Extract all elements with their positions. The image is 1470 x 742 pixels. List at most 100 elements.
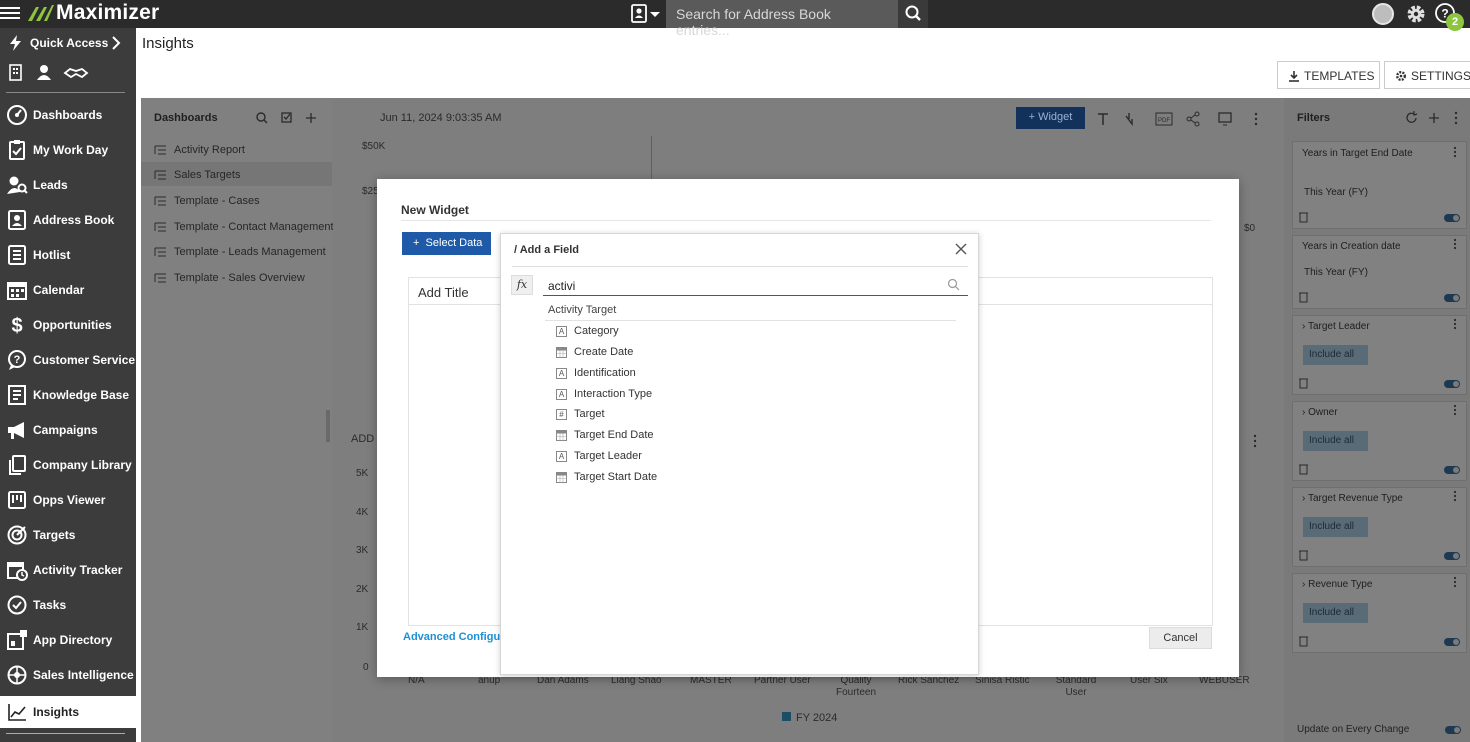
person-icon[interactable] (37, 65, 51, 80)
more-vertical-icon[interactable] (1453, 318, 1457, 330)
select-icon[interactable] (281, 112, 292, 123)
monitor-icon[interactable] (1218, 112, 1232, 126)
hamburger-menu-icon[interactable] (0, 4, 20, 24)
trash-icon[interactable] (1299, 292, 1308, 303)
toggle-switch[interactable] (1444, 552, 1460, 560)
search-icon[interactable] (256, 112, 268, 124)
address-book-switch-button[interactable] (630, 3, 664, 25)
field-group-divider (545, 320, 956, 321)
select-data-button[interactable]: + Select Data (402, 232, 491, 255)
sidebar-item-opps-viewer[interactable]: Opps Viewer (0, 484, 136, 516)
toggle-switch[interactable] (1444, 294, 1460, 302)
filter-card-controls (1299, 146, 1460, 647)
trash-icon[interactable] (1299, 212, 1308, 223)
dashboard-icon (7, 105, 27, 125)
more-vertical-icon[interactable] (1453, 404, 1457, 416)
trash-icon[interactable] (1299, 550, 1308, 561)
add-widget-button[interactable]: + Widget (1016, 107, 1085, 129)
sidebar-item-tasks[interactable]: Tasks (0, 589, 136, 621)
sidebar-item-insights[interactable]: Insights (0, 696, 136, 728)
gear-icon[interactable] (1404, 2, 1428, 26)
y-tick: 1K (356, 622, 369, 633)
chevron-right-icon (112, 36, 121, 50)
more-vertical-icon[interactable] (1453, 238, 1457, 250)
add-icon[interactable] (1429, 113, 1439, 123)
date-field-icon (556, 472, 567, 483)
dashboard-item-activity-report[interactable]: Activity Report (154, 144, 245, 156)
sidebar-item-address-book[interactable]: Address Book (0, 204, 136, 236)
widget-section-label: ADD (351, 433, 375, 445)
share-icon[interactable] (1186, 111, 1200, 127)
trash-icon[interactable] (1299, 636, 1308, 647)
field-group-label: Activity Target (548, 304, 617, 316)
sidebar-item-customer-service[interactable]: ? Customer Service (0, 344, 136, 376)
settings-button[interactable]: SETTINGS (1384, 61, 1470, 89)
sidebar-item-opportunities[interactable]: $ Opportunities (0, 309, 136, 341)
notification-badge[interactable]: 2 (1446, 13, 1464, 31)
close-icon[interactable] (954, 242, 968, 256)
axis-label: $50K (362, 141, 386, 152)
templates-button[interactable]: TEMPLATES (1277, 61, 1380, 89)
handshake-icon[interactable] (63, 67, 89, 79)
list-icon (154, 145, 166, 155)
quick-access-label: Quick Access (30, 36, 109, 50)
add-icon[interactable] (306, 113, 316, 123)
more-vertical-icon[interactable] (1251, 434, 1259, 448)
toggle-switch[interactable] (1444, 638, 1460, 646)
filter-icon[interactable] (1125, 113, 1133, 127)
sidebar-item-knowledge-base[interactable]: Knowledge Base (0, 379, 136, 411)
global-search-input[interactable]: Search for Address Book entries... (666, 0, 898, 38)
formula-button[interactable]: fx (511, 275, 533, 295)
user-avatar[interactable] (1372, 3, 1394, 25)
dollar-icon: $ (11, 315, 22, 336)
dashboard-item-sales-targets[interactable]: Sales Targets (154, 169, 240, 181)
sidebar-item-app-directory[interactable]: App Directory (0, 624, 136, 656)
field-search-input[interactable] (543, 276, 968, 296)
sidebar-item-activity-tracker[interactable]: Activity Tracker (0, 554, 136, 586)
more-vertical-icon[interactable] (1453, 490, 1457, 502)
sidebar-item-calendar[interactable]: Calendar (0, 274, 136, 306)
advanced-configuration-link[interactable]: Advanced Configuration (403, 631, 500, 643)
panel-resize-handle[interactable] (326, 410, 330, 442)
toggle-switch[interactable] (1444, 214, 1460, 222)
sidebar-item-hotlist[interactable]: Hotlist (0, 239, 136, 271)
dashboard-item-template-sales-overview[interactable]: Template - Sales Overview (154, 272, 305, 284)
search-button[interactable] (898, 0, 928, 28)
update-on-change-toggle[interactable] (1444, 725, 1462, 735)
modal-title-divider (401, 220, 1211, 221)
sidebar-item-campaigns[interactable]: Campaigns (0, 414, 136, 446)
svg-text:?: ? (14, 354, 21, 366)
building-icon[interactable] (9, 64, 22, 81)
more-vertical-icon[interactable] (1454, 111, 1458, 125)
toggle-switch[interactable] (1444, 466, 1460, 474)
top-bar: Maximizer Search for Address Book entrie… (0, 0, 1470, 38)
quick-access-shortcuts (8, 64, 90, 85)
text-field-icon: A (556, 389, 567, 400)
quick-access-button[interactable]: Quick Access (0, 28, 136, 58)
refresh-icon[interactable] (1406, 111, 1418, 123)
sidebar-item-sales-intelligence[interactable]: Sales Intelligence (0, 659, 136, 691)
more-vertical-icon[interactable] (1453, 146, 1457, 158)
sidebar-item-targets[interactable]: Targets (0, 519, 136, 551)
calendar-icon (7, 282, 27, 300)
sidebar-item-company-library[interactable]: Company Library (0, 449, 136, 481)
toggle-switch[interactable] (1444, 380, 1460, 388)
dashboard-item-template-cases[interactable]: Template - Cases (154, 195, 260, 207)
sidebar-item-my-work-day[interactable]: My Work Day (0, 134, 136, 166)
widget-title-input[interactable]: Add Title (418, 285, 469, 300)
address-book-icon (8, 210, 26, 230)
maximizer-logo-icon (28, 5, 54, 21)
trash-icon[interactable] (1299, 378, 1308, 389)
text-icon[interactable] (1098, 113, 1108, 125)
lightning-icon (10, 35, 21, 51)
dashboard-item-template-contact-management[interactable]: Template - Contact Management (154, 221, 334, 233)
trash-icon[interactable] (1299, 464, 1308, 475)
more-vertical-icon[interactable] (1453, 576, 1457, 588)
more-vertical-icon[interactable] (1254, 112, 1258, 126)
search-icon (905, 5, 921, 21)
sidebar-item-leads[interactable]: Leads (0, 169, 136, 201)
cancel-button[interactable]: Cancel (1149, 627, 1212, 649)
sidebar-item-dashboards[interactable]: Dashboards (0, 99, 136, 131)
dashboard-item-template-leads-management[interactable]: Template - Leads Management (154, 246, 326, 258)
pdf-icon[interactable]: PDF (1155, 112, 1173, 126)
